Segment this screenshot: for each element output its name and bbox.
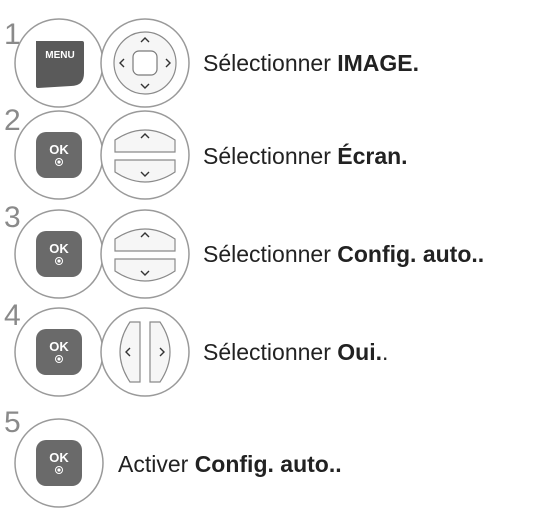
ok-button-icon: OK xyxy=(14,110,104,200)
menu-item-name: Config. auto.. xyxy=(194,451,342,477)
left-right-buttons-icon xyxy=(100,307,190,397)
menu-button-label: MENU xyxy=(45,50,74,61)
ok-button-label: OK xyxy=(49,450,69,465)
up-down-buttons-icon xyxy=(100,110,190,200)
menu-item-name: Écran. xyxy=(337,143,408,169)
menu-item-name: Config. auto.. xyxy=(337,241,485,267)
step-5: 5 OK Activer Config. auto.. xyxy=(0,408,550,520)
ok-button-icon: OK xyxy=(14,209,104,299)
step-1: 1 MENU Sélectionner IMAGE. xyxy=(0,0,550,110)
step-2: 2 OK Sélectionner Écran. xyxy=(0,106,550,208)
ok-button-icon: OK xyxy=(14,307,104,397)
step-instruction: Sélectionner Oui.. xyxy=(203,339,389,365)
ok-button-label: OK xyxy=(49,142,69,157)
menu-item-name: IMAGE. xyxy=(337,50,420,76)
ok-button-icon: OK xyxy=(14,418,104,508)
menu-item-name: Oui. xyxy=(337,339,382,365)
step-3: 3 OK Sélectionner Config. auto.. xyxy=(0,203,550,305)
dpad-navigation-icon xyxy=(100,18,190,108)
step-instruction: Activer Config. auto.. xyxy=(118,451,342,477)
step-instruction: Sélectionner Écran. xyxy=(203,143,408,169)
step-4: 4 OK Sélectionner Oui.. xyxy=(0,301,550,403)
step-instruction: Sélectionner Config. auto.. xyxy=(203,241,485,267)
up-down-buttons-icon xyxy=(100,209,190,299)
ok-button-label: OK xyxy=(49,241,69,256)
menu-button-icon: MENU xyxy=(14,18,104,108)
ok-button-label: OK xyxy=(49,339,69,354)
step-instruction: Sélectionner IMAGE. xyxy=(203,50,420,76)
